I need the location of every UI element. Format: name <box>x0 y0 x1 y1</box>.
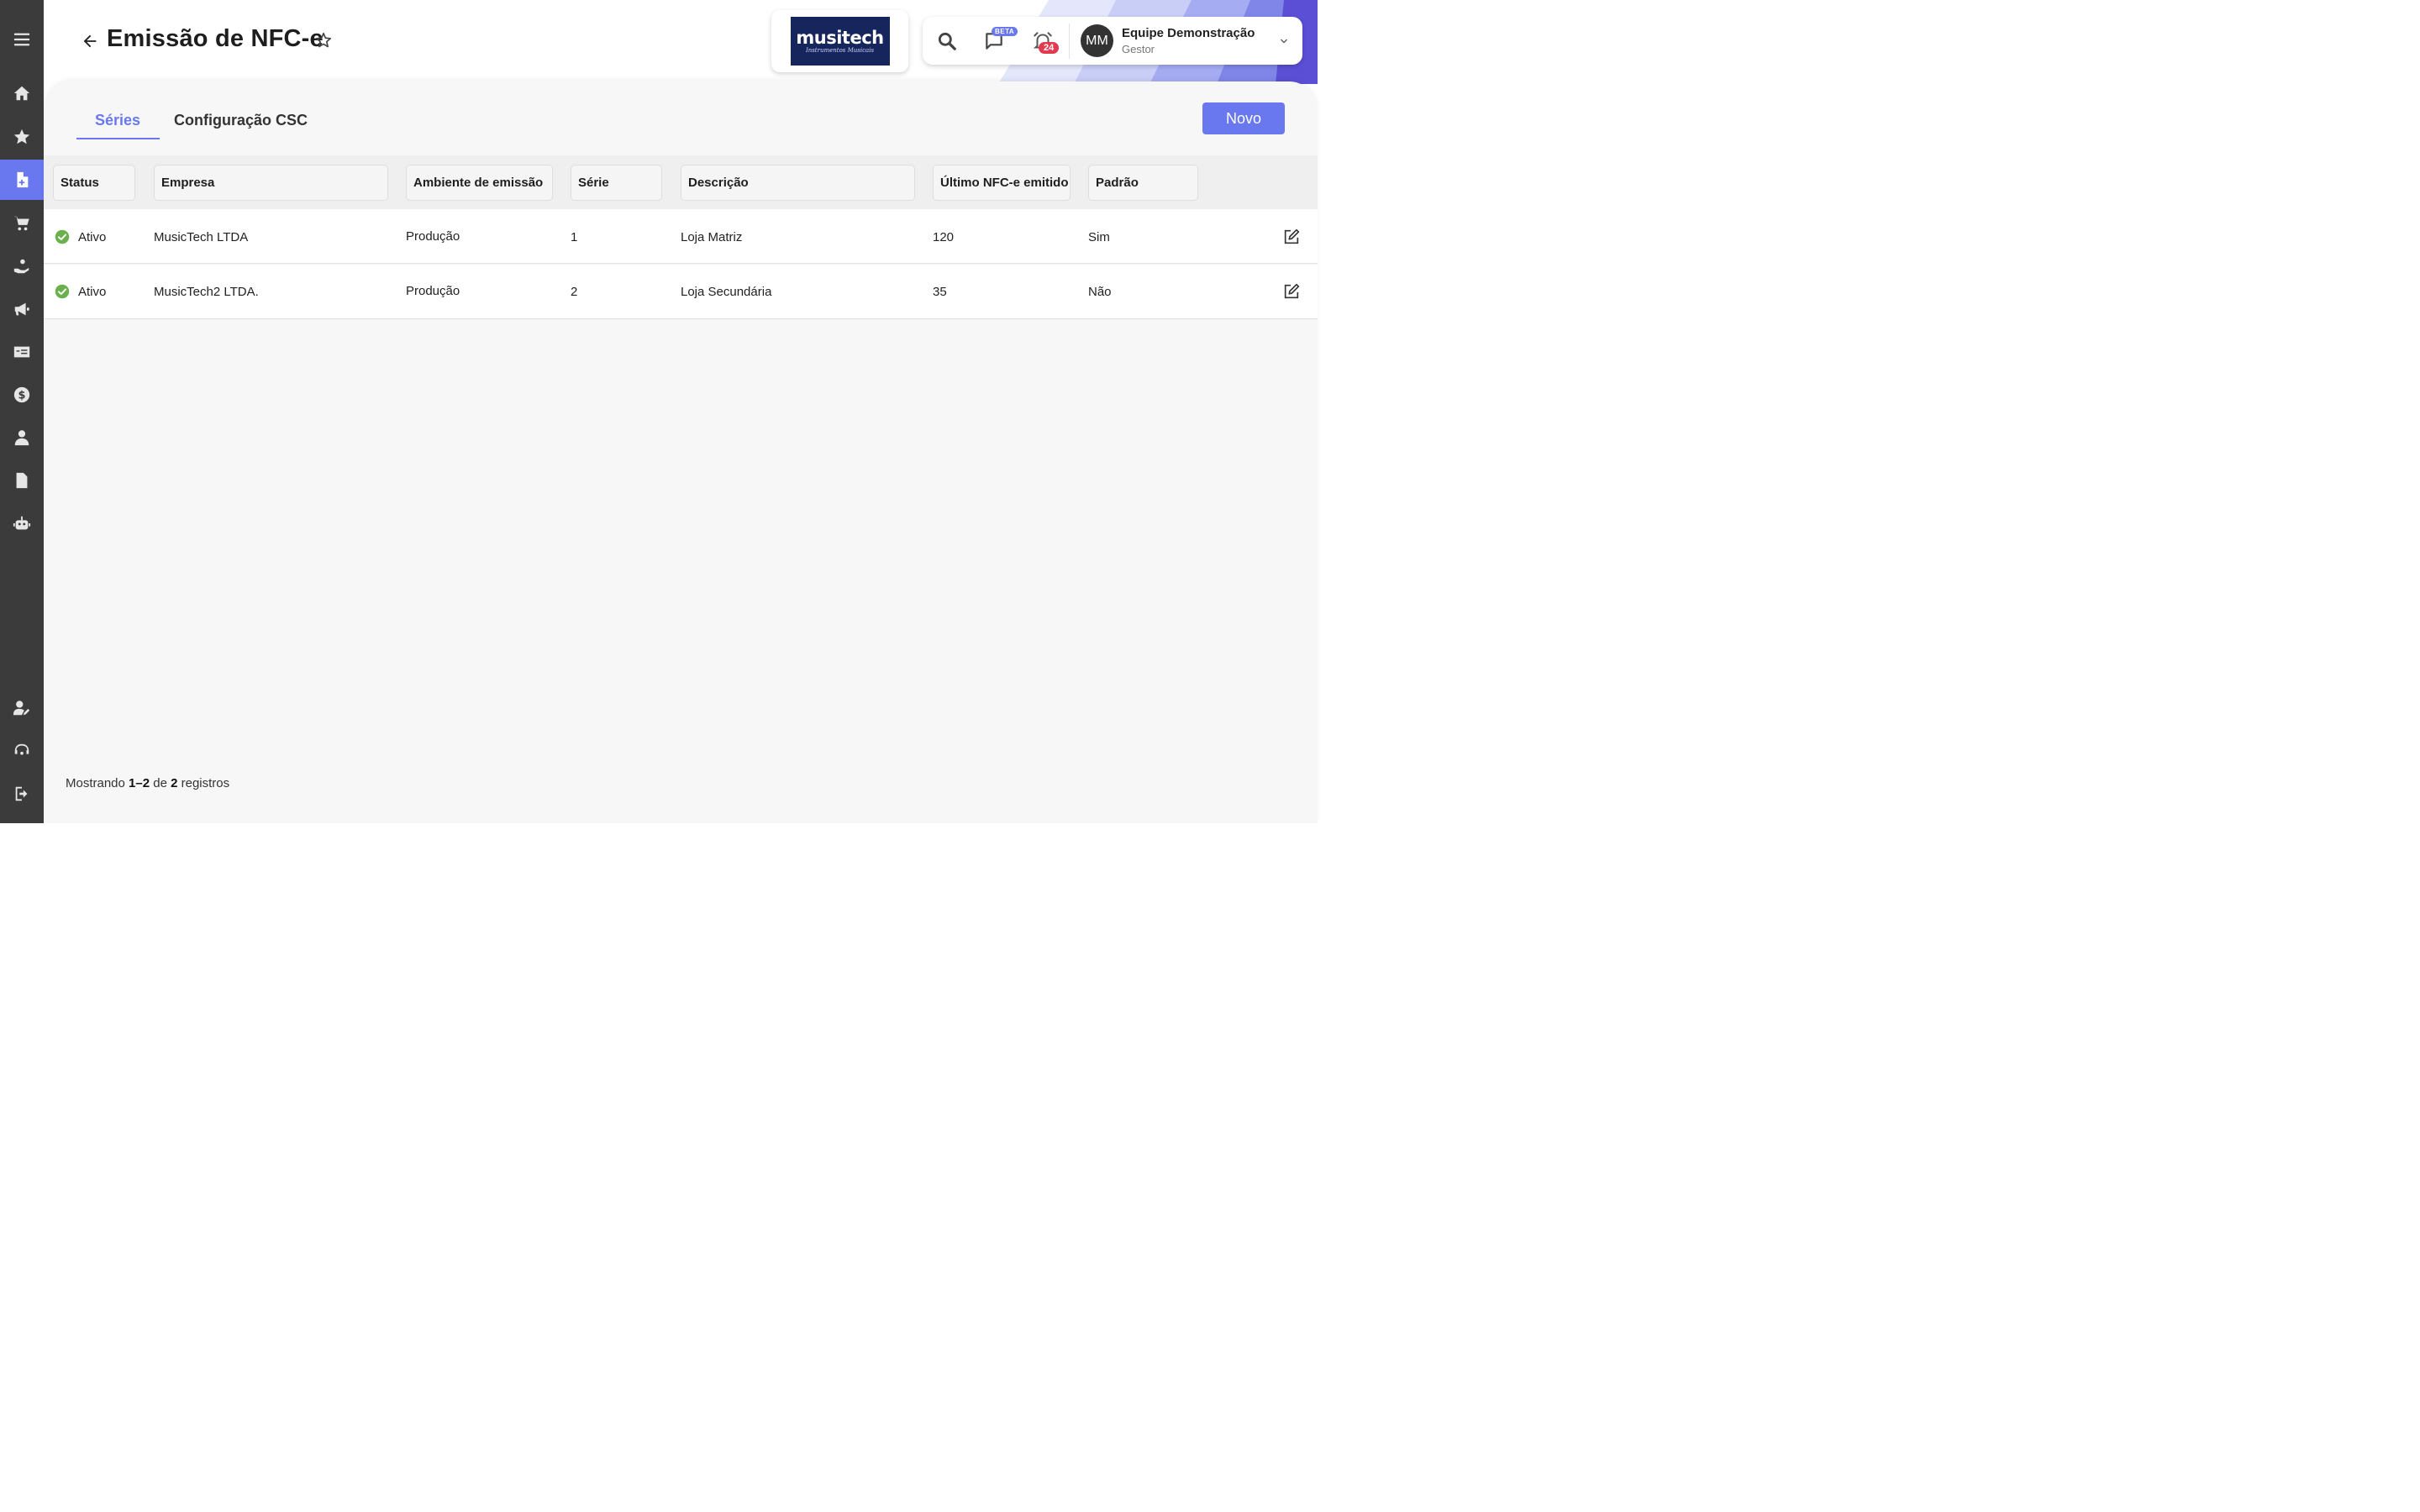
user-tie-icon[interactable] <box>0 417 44 458</box>
edit-icon[interactable] <box>1282 228 1301 246</box>
summary-range: 1–2 <box>129 776 150 790</box>
cell-empresa: MusicTech2 LTDA. <box>154 285 259 299</box>
column-header-padrao[interactable]: Padrão <box>1088 165 1198 201</box>
hand-coins-icon[interactable] <box>0 246 44 286</box>
company-logo-card: musitech Instrumentos Musicais <box>771 10 908 72</box>
page-title: Emissão de NFC-e <box>107 25 324 52</box>
cell-padrao: Não <box>1088 285 1112 299</box>
active-tab-indicator <box>76 138 160 139</box>
cell-serie: 2 <box>571 285 578 299</box>
search-icon[interactable] <box>936 30 958 52</box>
cell-ambiente: Produção <box>406 229 460 244</box>
company-logo: musitech Instrumentos Musicais <box>790 17 890 66</box>
cart-icon[interactable] <box>0 203 44 244</box>
notification-count-badge: 24 <box>1039 42 1060 54</box>
check-circle-icon <box>55 284 70 299</box>
edit-icon[interactable] <box>1282 282 1301 301</box>
money-card-icon[interactable] <box>0 332 44 372</box>
cell-padrao: Sim <box>1088 230 1110 244</box>
cell-ultimo: 35 <box>933 285 947 299</box>
column-header-empresa[interactable]: Empresa <box>154 165 388 201</box>
column-header-ambiente[interactable]: Ambiente de emissão <box>406 165 553 201</box>
logo-text: musitech <box>796 28 884 48</box>
top-header: Emissão de NFC-e musitech Instrumentos M… <box>44 0 1318 84</box>
column-header-status[interactable]: Status <box>53 165 135 201</box>
back-arrow-icon[interactable] <box>79 30 101 52</box>
main-content: Séries Configuração CSC Novo Status Empr… <box>44 81 1318 823</box>
summary-of: de <box>153 776 167 790</box>
table-row[interactable]: Ativo MusicTech2 LTDA. Produção 2 Loja S… <box>44 265 1318 319</box>
star-icon[interactable] <box>0 117 44 157</box>
user-edit-icon[interactable] <box>0 688 44 728</box>
cell-empresa: MusicTech LTDA <box>154 230 249 244</box>
menu-icon[interactable] <box>0 19 44 60</box>
table-row[interactable]: Ativo MusicTech LTDA Produção 1 Loja Mat… <box>44 209 1318 264</box>
dollar-icon[interactable]: $ <box>0 375 44 415</box>
document-add-icon[interactable] <box>0 160 44 200</box>
user-name[interactable]: Equipe Demonstração <box>1122 26 1255 40</box>
home-icon[interactable] <box>0 73 44 113</box>
logo-subtext: Instrumentos Musicais <box>805 47 875 54</box>
user-role: Gestor <box>1122 43 1155 55</box>
table-header: Status Empresa Ambiente de emissão Série… <box>44 155 1318 209</box>
summary-prefix: Mostrando <box>66 776 125 790</box>
cell-descricao: Loja Matriz <box>681 230 743 244</box>
favorite-star-icon[interactable] <box>314 31 333 50</box>
summary-total: 2 <box>171 776 178 790</box>
cell-ultimo: 120 <box>933 230 955 244</box>
cell-status: Ativo <box>78 285 107 299</box>
avatar[interactable]: MM <box>1081 24 1113 57</box>
chevron-down-icon[interactable] <box>1279 36 1289 46</box>
cell-serie: 1 <box>571 230 578 244</box>
column-header-descricao[interactable]: Descrição <box>681 165 915 201</box>
column-header-serie[interactable]: Série <box>571 165 662 201</box>
check-circle-icon <box>55 229 70 244</box>
svg-text:$: $ <box>18 390 26 402</box>
toolbar-divider <box>1069 24 1070 59</box>
megaphone-icon[interactable] <box>0 289 44 329</box>
summary-suffix: registros <box>181 776 230 790</box>
support-icon[interactable] <box>0 731 44 771</box>
file-icon[interactable] <box>0 460 44 501</box>
sidebar: $ <box>0 0 44 823</box>
pagination-summary: Mostrando 1–2 de 2 registros <box>66 776 229 790</box>
tab-csc-config[interactable]: Configuração CSC <box>174 112 308 129</box>
cell-ambiente: Produção <box>406 284 460 298</box>
new-button[interactable]: Novo <box>1202 102 1285 134</box>
logout-icon[interactable] <box>0 774 44 814</box>
tab-series[interactable]: Séries <box>95 112 140 129</box>
cell-status: Ativo <box>78 230 107 244</box>
beta-badge: BETA <box>992 27 1018 36</box>
cell-descricao: Loja Secundária <box>681 285 772 299</box>
robot-icon[interactable] <box>0 503 44 543</box>
user-toolbar: BETA 24 MM Equipe Demonstração Gestor <box>923 17 1302 65</box>
column-header-ultimo[interactable]: Último NFC-e emitido <box>933 165 1071 201</box>
